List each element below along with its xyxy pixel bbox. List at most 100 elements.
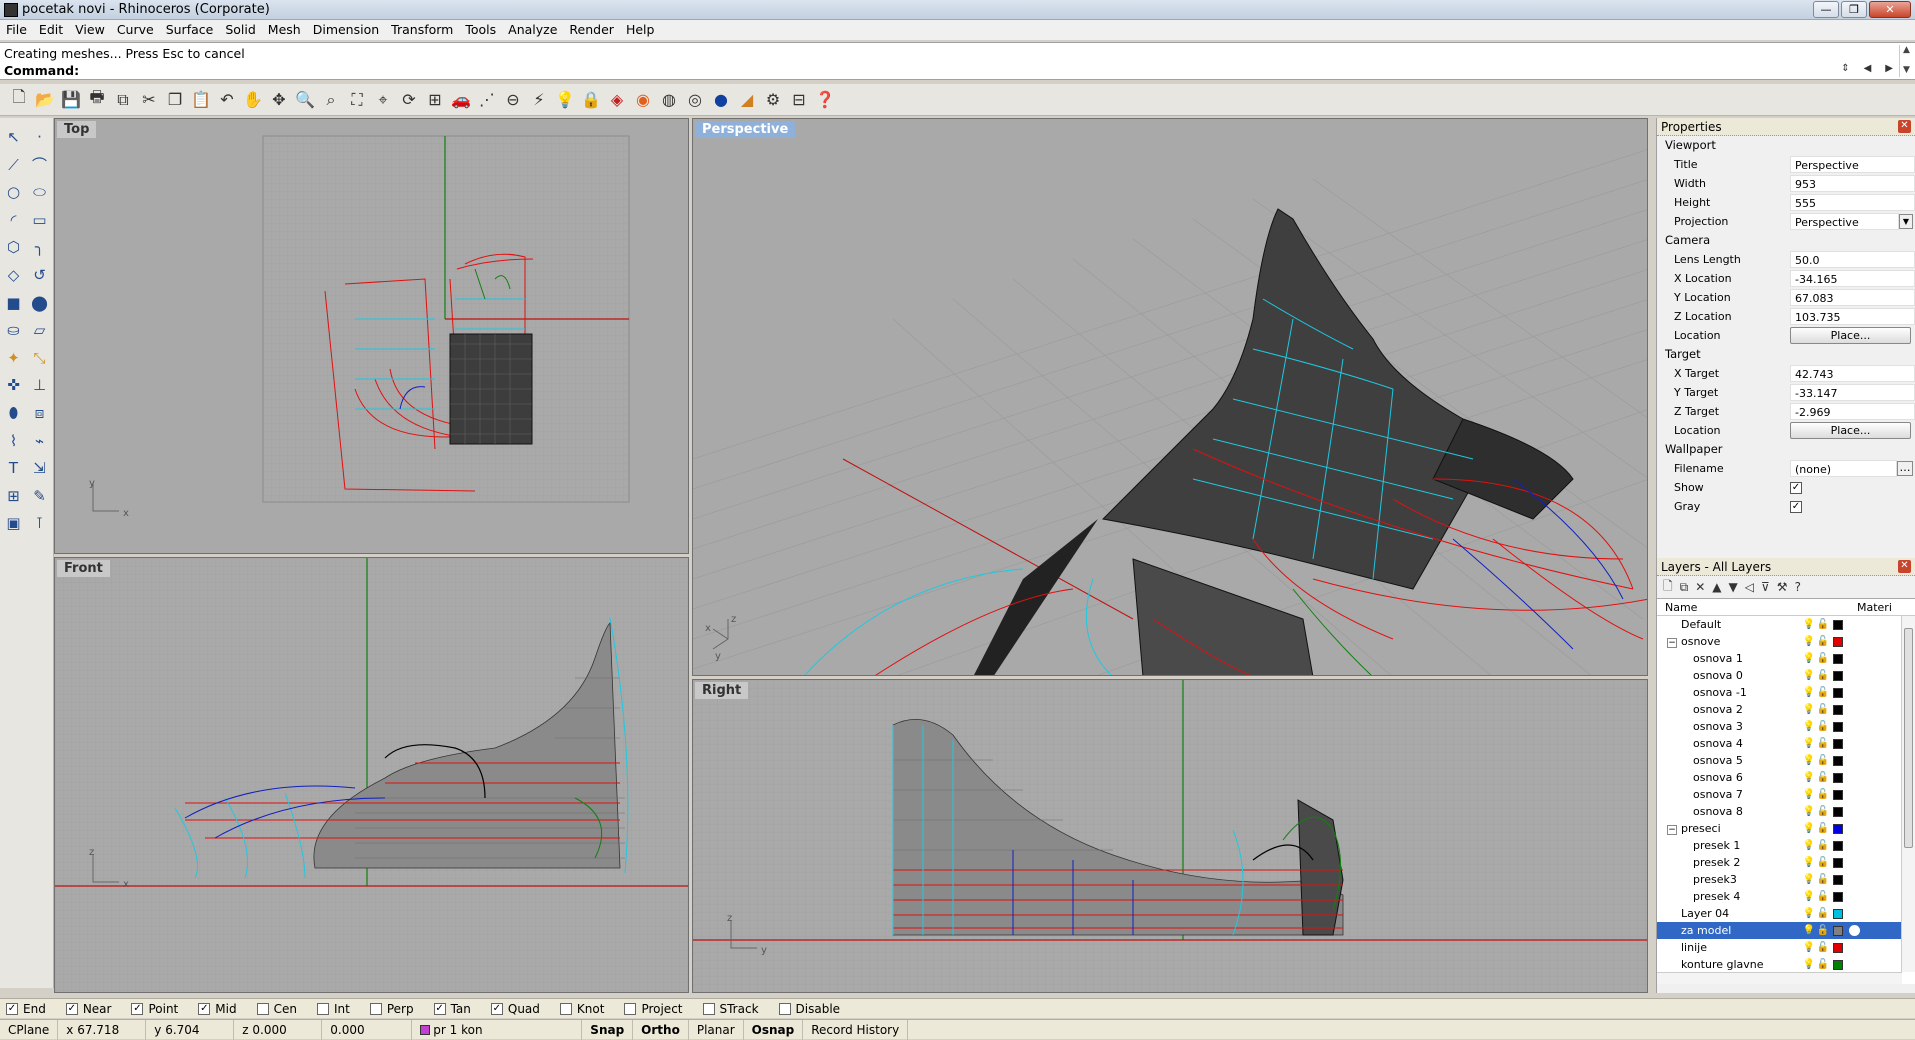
menu-surface[interactable]: Surface <box>160 20 220 40</box>
title-field[interactable]: Perspective <box>1790 156 1915 173</box>
layer-color-swatch[interactable] <box>1833 806 1843 817</box>
lock-icon[interactable]: 🔓 <box>1816 653 1830 664</box>
layer-row[interactable]: − preseci 💡 🔓 <box>1657 820 1915 837</box>
lock-icon[interactable]: 🔓 <box>1816 704 1830 715</box>
layer-color-swatch[interactable] <box>1833 653 1843 664</box>
command-spin-icon[interactable]: ⇕ <box>1841 63 1849 74</box>
osnap-near[interactable]: ✓ Near <box>65 1002 111 1016</box>
lightbulb-icon[interactable]: 💡 <box>1802 653 1816 664</box>
layer-name[interactable]: osnova 0 <box>1657 669 1792 682</box>
planar-toggle[interactable]: Planar <box>689 1019 744 1040</box>
options-gear-icon[interactable]: ⚙ <box>760 87 786 113</box>
help-icon[interactable]: ❓ <box>812 87 838 113</box>
lock-icon[interactable]: 🔓 <box>1816 925 1830 936</box>
name-column[interactable]: Name <box>1657 601 1857 614</box>
lightbulb-icon[interactable]: 💡 <box>1802 908 1816 919</box>
osnap-checkbox[interactable]: ✓ <box>65 1002 78 1015</box>
open-folder-icon[interactable]: 📂 <box>32 87 58 113</box>
layer-color-swatch[interactable] <box>1833 857 1843 868</box>
copy-to-clipboard-icon[interactable]: ⧉ <box>110 87 136 113</box>
layer-name[interactable]: linije <box>1657 941 1792 954</box>
close-button[interactable]: ✕ <box>1869 1 1911 18</box>
lightbulb-icon[interactable]: 💡 <box>1802 891 1816 902</box>
layer-name[interactable]: presek 4 <box>1657 890 1792 903</box>
ortho-toggle[interactable]: Ortho <box>633 1019 689 1040</box>
osnap-checkbox[interactable]: ✓ <box>490 1002 503 1015</box>
lightbulb-icon[interactable]: 💡 <box>1802 772 1816 783</box>
command-next-icon[interactable]: ▶ <box>1885 63 1893 74</box>
osnap-checkbox[interactable]: ✓ <box>433 1002 446 1015</box>
command-prev-icon[interactable]: ◀ <box>1864 63 1872 74</box>
shaded-sphere-icon[interactable]: ◎ <box>682 87 708 113</box>
lock-icon[interactable]: 🔓 <box>1816 772 1830 783</box>
osnap-quad[interactable]: ✓ Quad <box>490 1002 540 1016</box>
point-icon[interactable]: · <box>29 126 51 148</box>
collapse-icon[interactable]: − <box>1667 638 1677 648</box>
lock-icon[interactable]: 🔓 <box>1816 619 1830 630</box>
z-location-field[interactable]: 103.735 <box>1790 308 1915 325</box>
layer-name[interactable]: osnova 3 <box>1657 720 1792 733</box>
lock-icon[interactable]: 🔓 <box>1816 738 1830 749</box>
help-icon[interactable]: ? <box>1795 580 1801 594</box>
layer-row[interactable]: osnova 1 💡 🔓 <box>1657 650 1915 667</box>
layer-row[interactable]: presek 2 💡 🔓 <box>1657 854 1915 871</box>
group-icon[interactable]: ⧈ <box>29 402 51 424</box>
layer-row[interactable]: − osnove 💡 🔓 <box>1657 633 1915 650</box>
camera-place-button[interactable]: Place... <box>1790 327 1911 344</box>
chevron-down-icon[interactable]: ▼ <box>1899 214 1913 229</box>
osnap-checkbox[interactable]: ✓ <box>131 1002 144 1015</box>
layer-color-swatch[interactable] <box>1833 738 1843 749</box>
cut-icon[interactable]: ✂ <box>136 87 162 113</box>
dimension-icon[interactable]: ⤡ <box>29 347 51 369</box>
lens-length-field[interactable]: 50.0 <box>1790 251 1915 268</box>
layer-color-swatch[interactable] <box>1833 670 1843 681</box>
move-down-icon[interactable]: ▼ <box>1729 580 1738 594</box>
copy-icon[interactable]: ❐ <box>162 87 188 113</box>
lightbulb-icon[interactable]: 💡 <box>1802 857 1816 868</box>
render-sphere-icon[interactable]: ● <box>708 87 734 113</box>
cylinder-icon[interactable]: ⛀ <box>3 319 25 341</box>
filter-icon[interactable]: ⊽ <box>1761 580 1770 594</box>
new-layer-icon[interactable]: 🗋 <box>1663 577 1673 598</box>
browse-button[interactable]: … <box>1897 461 1913 476</box>
projection-select[interactable]: Perspective <box>1790 213 1899 230</box>
lock-icon[interactable]: 🔓 <box>1816 687 1830 698</box>
lock-icon[interactable]: 🔓 <box>1816 806 1830 817</box>
layer-color-swatch[interactable] <box>1833 636 1843 647</box>
viewport-right[interactable]: z y Right <box>692 679 1648 993</box>
material-sphere-icon[interactable] <box>1849 925 1860 936</box>
lock-icon[interactable]: 🔓 <box>1816 840 1830 851</box>
layer-row[interactable]: osnova 3 💡 🔓 <box>1657 718 1915 735</box>
current-layer[interactable]: pr 1 kon <box>412 1019 583 1040</box>
light-bulb-icon[interactable]: 💡 <box>552 87 578 113</box>
boolean-icon[interactable]: ⬮ <box>3 402 25 424</box>
menu-tools[interactable]: Tools <box>459 20 502 40</box>
osnap-checkbox[interactable] <box>624 1002 637 1015</box>
x-target-field[interactable]: 42.743 <box>1790 365 1915 382</box>
layer-row[interactable]: osnova 5 💡 🔓 <box>1657 752 1915 769</box>
x-location-field[interactable]: -34.165 <box>1790 270 1915 287</box>
osnap-checkbox[interactable] <box>256 1002 269 1015</box>
layer-name[interactable]: konture glavne <box>1657 958 1792 971</box>
layer-color-swatch[interactable] <box>1833 687 1843 698</box>
layer-name[interactable]: presek3 <box>1657 873 1792 886</box>
lock-icon[interactable]: 🔓 <box>1816 670 1830 681</box>
move-up-icon[interactable]: ▲ <box>1712 580 1721 594</box>
lightbulb-icon[interactable]: 💡 <box>1802 687 1816 698</box>
polygon-icon[interactable]: ⬡ <box>3 236 25 258</box>
menu-analyze[interactable]: Analyze <box>502 20 563 40</box>
zoom-extents-icon[interactable]: ⛶ <box>344 87 370 113</box>
osnap-checkbox[interactable] <box>369 1002 382 1015</box>
maximize-button[interactable]: ❐ <box>1841 1 1867 18</box>
lock-icon[interactable]: 🔓 <box>1816 755 1830 766</box>
osnap-strack[interactable]: STrack <box>702 1002 759 1016</box>
z-target-field[interactable]: -2.969 <box>1790 403 1915 420</box>
osnap-toggle[interactable]: Osnap <box>744 1019 804 1040</box>
tools-icon[interactable]: ⚒ <box>1777 580 1788 594</box>
rectangle-icon[interactable]: ▭ <box>29 209 51 231</box>
layer-name[interactable]: osnova 4 <box>1657 737 1792 750</box>
lock-icon[interactable]: 🔓 <box>1816 891 1830 902</box>
lock-icon[interactable]: 🔓 <box>1816 721 1830 732</box>
layer-color-swatch[interactable] <box>1833 891 1843 902</box>
cplane-icon[interactable]: ⊖ <box>500 87 526 113</box>
